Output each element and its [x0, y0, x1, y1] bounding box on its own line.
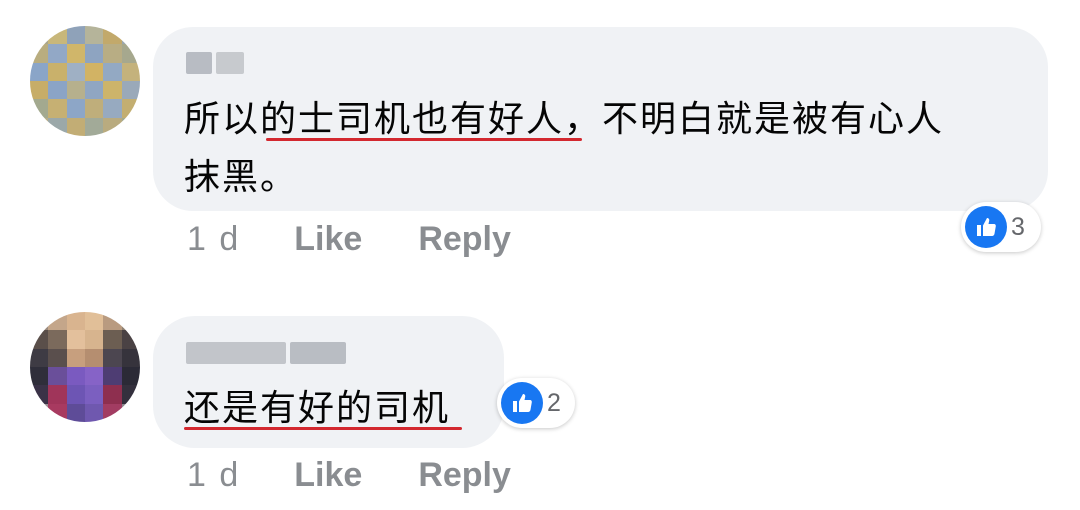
like-button[interactable]: Like — [294, 456, 362, 495]
reaction-badge[interactable]: 2 — [497, 378, 575, 428]
comment-bubble: 还是有好的司机 — [153, 316, 504, 448]
thumbs-up-icon — [501, 382, 543, 424]
text-underline — [184, 427, 462, 430]
comment: 还是有好的司机 2 1 d Like Reply — [0, 0, 1080, 510]
reply-button[interactable]: Reply — [418, 456, 511, 495]
timestamp[interactable]: 1 d — [187, 456, 240, 495]
avatar[interactable] — [30, 312, 140, 422]
author-name[interactable] — [186, 342, 346, 364]
author-name-blur — [290, 342, 346, 364]
reaction-count: 2 — [547, 388, 561, 417]
author-name-blur — [186, 342, 286, 364]
comment-actions: 1 d Like Reply — [187, 456, 511, 495]
